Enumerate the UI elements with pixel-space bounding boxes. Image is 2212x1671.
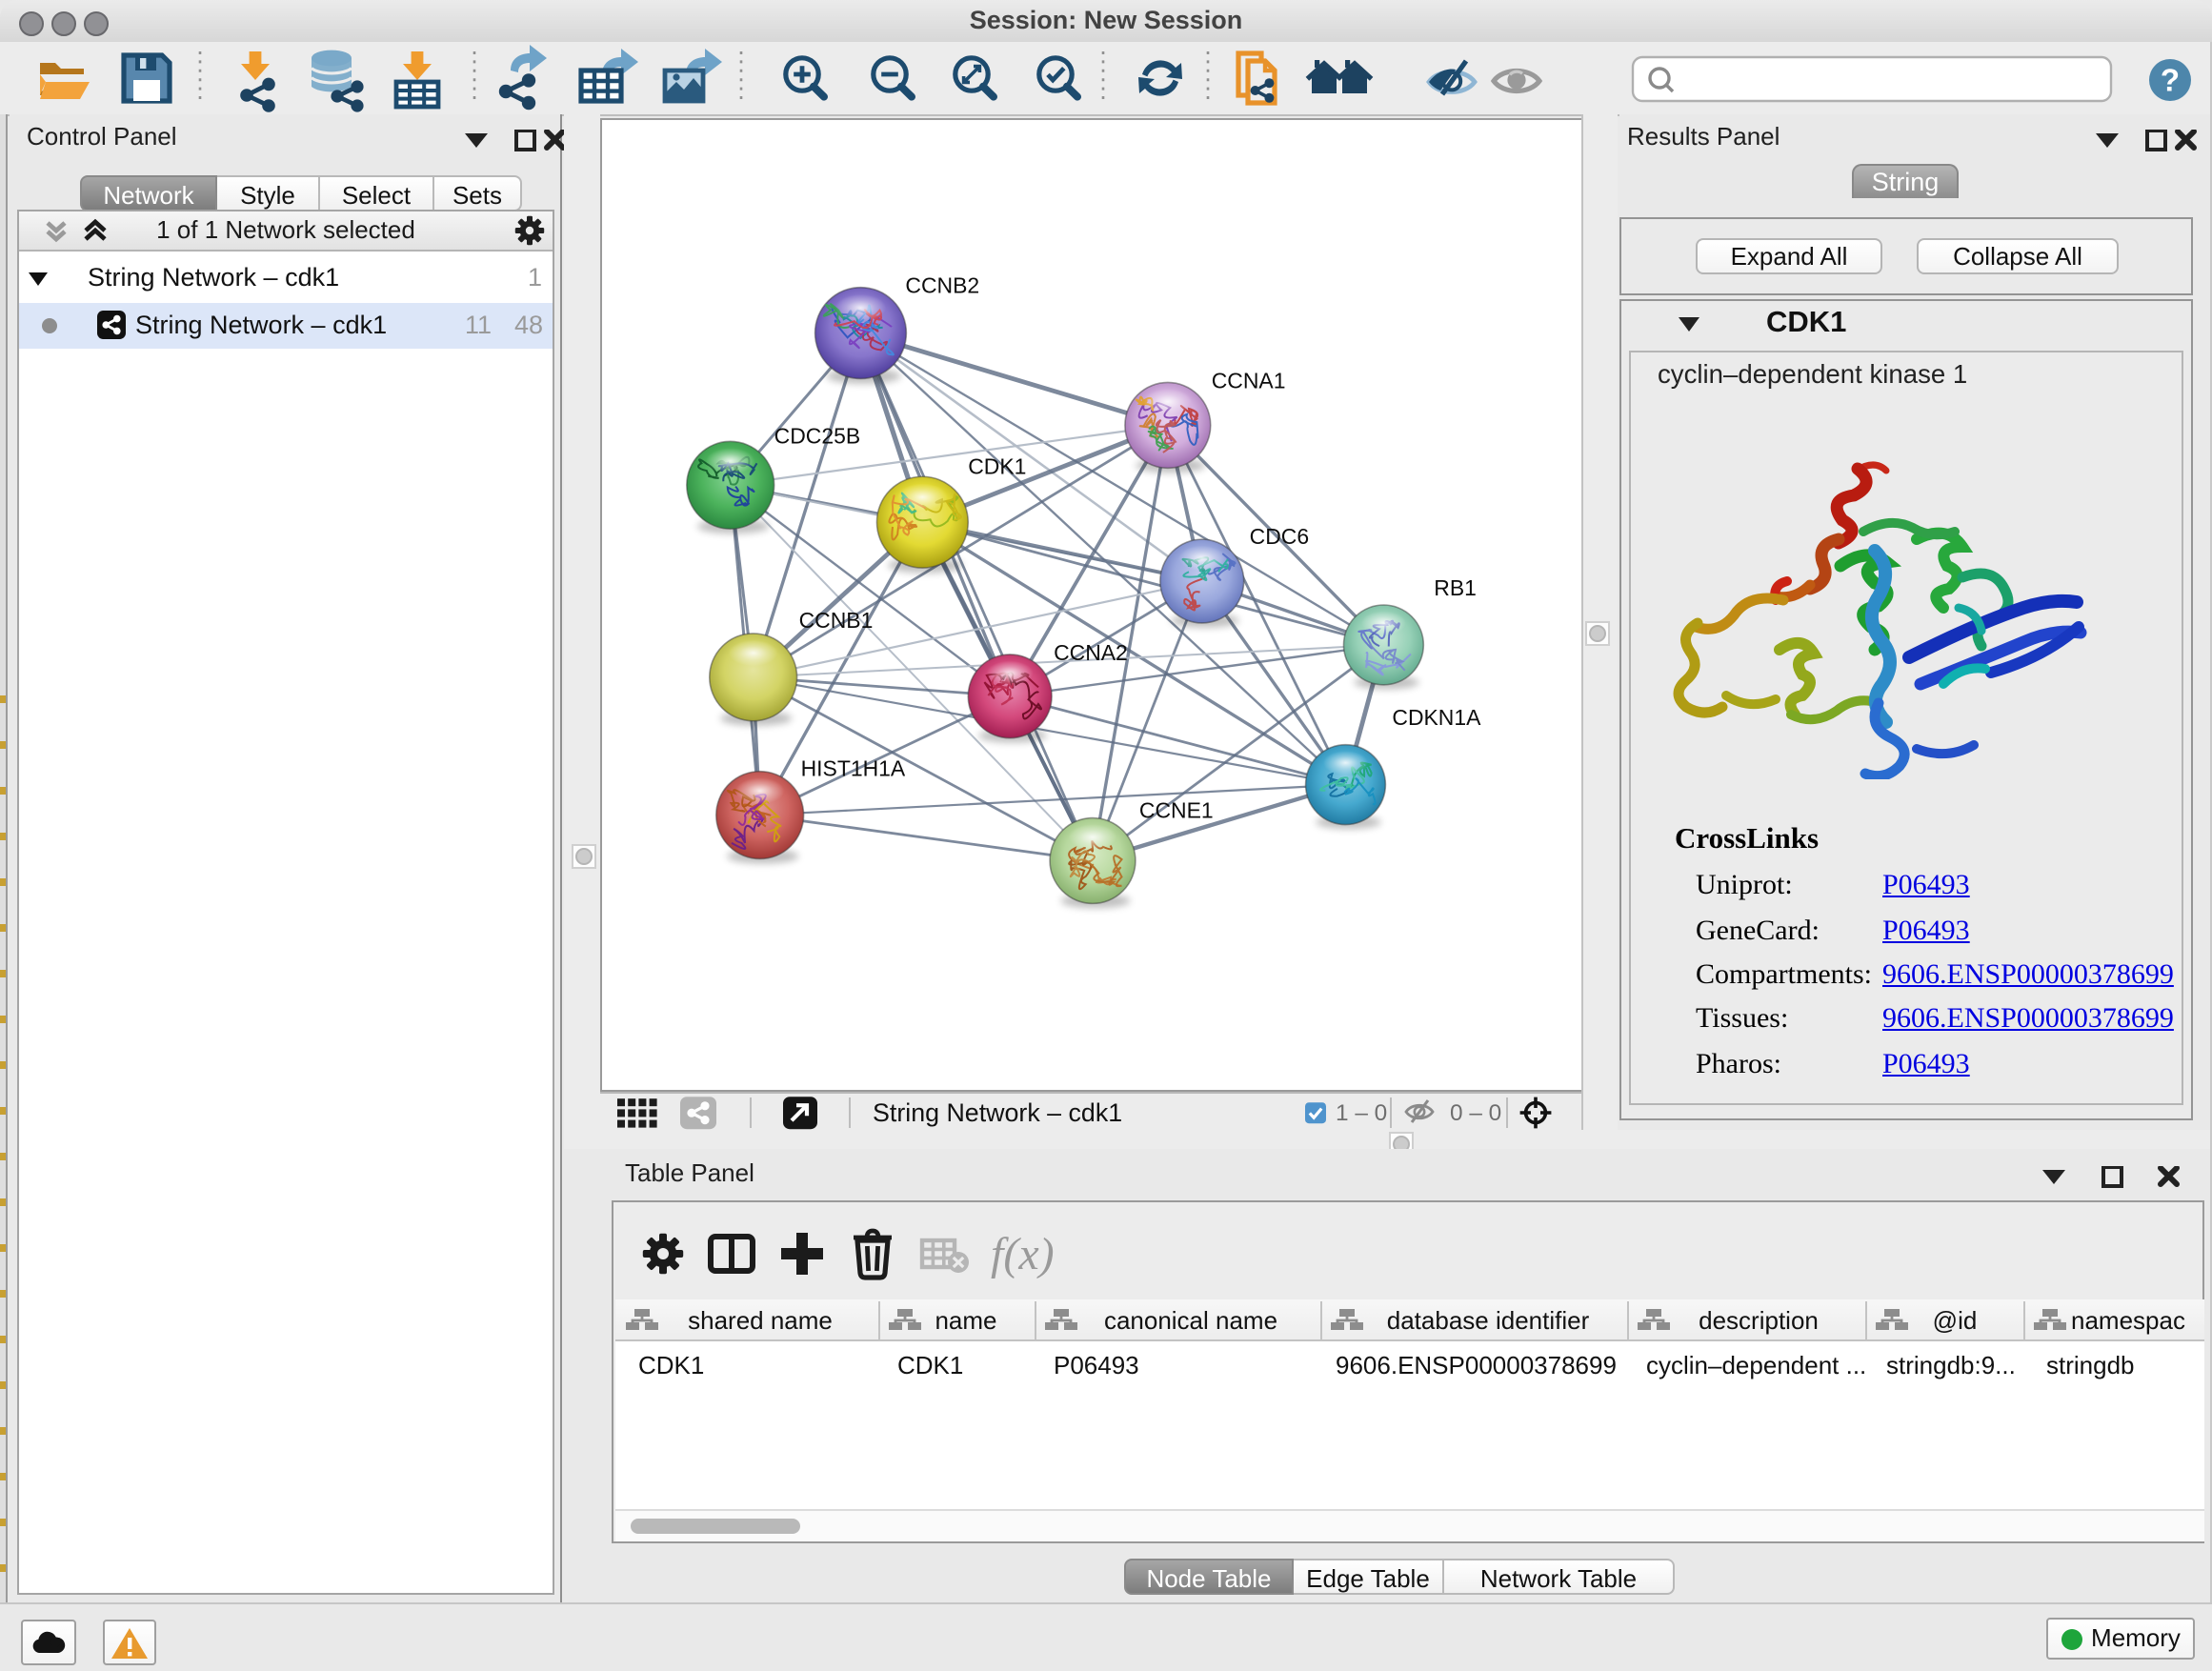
svg-text:stringdb:9...: stringdb:9... bbox=[1886, 1351, 2016, 1379]
svg-text:CDKN1A: CDKN1A bbox=[1392, 705, 1481, 730]
svg-text:9606.ENSP00000378699: 9606.ENSP00000378699 bbox=[1336, 1351, 1617, 1379]
svg-text:stringdb: stringdb bbox=[2046, 1351, 2135, 1379]
svg-text:cyclin–dependent ...: cyclin–dependent ... bbox=[1646, 1351, 1866, 1379]
svg-text:?: ? bbox=[2161, 63, 2180, 98]
svg-text:CDC6: CDC6 bbox=[1250, 524, 1309, 549]
svg-text:CCNA1: CCNA1 bbox=[1212, 368, 1286, 393]
svg-text:RB1: RB1 bbox=[1434, 575, 1477, 600]
svg-text:CCNB2: CCNB2 bbox=[905, 273, 979, 298]
svg-text:CDK1: CDK1 bbox=[968, 453, 1026, 478]
svg-text:CCNB1: CCNB1 bbox=[799, 608, 874, 633]
svg-text:shared name: shared name bbox=[688, 1306, 833, 1335]
svg-text:description: description bbox=[1699, 1306, 1819, 1335]
svg-text:P06493: P06493 bbox=[1054, 1351, 1139, 1379]
svg-text:name: name bbox=[935, 1306, 996, 1335]
svg-text:database identifier: database identifier bbox=[1387, 1306, 1590, 1335]
svg-text:0 – 0: 0 – 0 bbox=[1450, 1100, 1501, 1126]
svg-text:String Network – cdk1: String Network – cdk1 bbox=[873, 1098, 1122, 1127]
svg-text:CDK1: CDK1 bbox=[638, 1351, 704, 1379]
svg-text:HIST1H1A: HIST1H1A bbox=[801, 756, 906, 781]
svg-text:CDK1: CDK1 bbox=[897, 1351, 963, 1379]
svg-text:namespac: namespac bbox=[2071, 1306, 2185, 1335]
svg-text:CDC25B: CDC25B bbox=[774, 423, 861, 448]
svg-text:canonical name: canonical name bbox=[1104, 1306, 1277, 1335]
svg-text:@id: @id bbox=[1933, 1306, 1978, 1335]
svg-text:f(x): f(x) bbox=[991, 1229, 1055, 1279]
svg-text:CCNE1: CCNE1 bbox=[1139, 798, 1214, 823]
svg-text:CCNA2: CCNA2 bbox=[1054, 640, 1128, 665]
svg-text:1 – 0: 1 – 0 bbox=[1336, 1100, 1387, 1126]
